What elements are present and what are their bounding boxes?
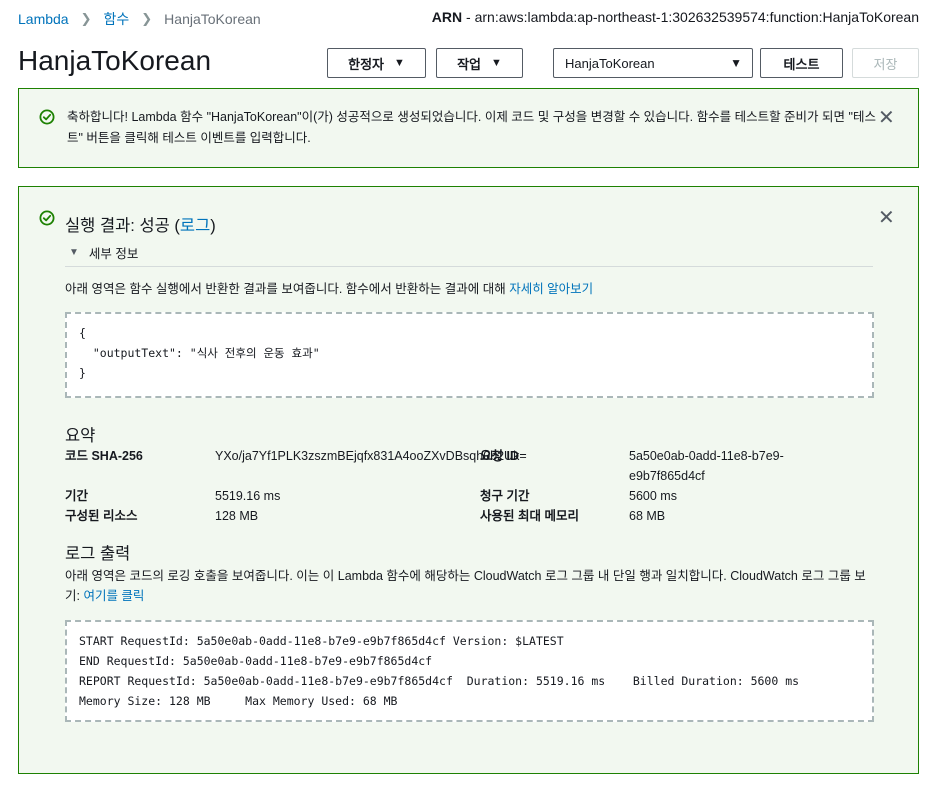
request-id-value-line2: e9b7f865d4cf	[629, 469, 705, 483]
result-title-prefix: 실행 결과: 성공 (	[65, 217, 180, 235]
caret-down-icon: ▼	[730, 56, 742, 70]
result-description: 아래 영역은 함수 실행에서 반환한 결과를 보여줍니다. 함수에서 반환하는 …	[65, 278, 593, 297]
breadcrumb-current: HanjaToKorean	[164, 11, 261, 27]
billed-duration-value: 5600 ms	[629, 489, 677, 503]
divider	[65, 266, 873, 267]
result-description-text: 아래 영역은 함수 실행에서 반환한 결과를 보여줍니다. 함수에서 반환하는 …	[65, 282, 510, 296]
banner-message: 축하합니다! Lambda 함수 "HanjaToKorean"이(가) 성공적…	[67, 110, 876, 145]
breadcrumb: Lambda ❯ 함수 ❯ HanjaToKorean	[18, 9, 261, 29]
actions-button[interactable]: 작업 ▼	[436, 48, 523, 78]
page-title: HanjaToKorean	[18, 45, 212, 76]
click-here-link[interactable]: 여기를 클릭	[83, 589, 144, 603]
result-output-code: { "outputText": "식사 전후의 운동 효과" }	[65, 312, 874, 398]
test-event-selected: HanjaToKorean	[565, 55, 655, 71]
function-arn: ARN - arn:aws:lambda:ap-northeast-1:3026…	[432, 9, 919, 25]
test-button[interactable]: 테스트	[760, 48, 843, 78]
log-description-text: 아래 영역은 코드의 로깅 호출을 보여줍니다. 이는 이 Lambda 함수에…	[65, 569, 866, 603]
request-id-label: 요청 ID	[480, 449, 519, 463]
triangle-down-icon: ▼	[69, 247, 79, 258]
caret-down-icon: ▼	[394, 57, 405, 69]
qualifiers-button[interactable]: 한정자 ▼	[327, 48, 426, 78]
learn-more-link[interactable]: 자세히 알아보기	[509, 282, 593, 296]
qualifiers-label: 한정자	[348, 56, 384, 72]
save-button[interactable]: 저장	[852, 48, 919, 78]
close-icon[interactable]: ✕	[878, 208, 895, 228]
execution-result-panel: 실행 결과: 성공 (로그) ✕ ▼ 세부 정보 아래 영역은 함수 실행에서 …	[18, 186, 919, 774]
request-id-value-line1: 5a50e0ab-0add-11e8-b7e9-	[629, 449, 784, 463]
actions-label: 작업	[457, 56, 482, 72]
arn-value: - arn:aws:lambda:ap-northeast-1:30263253…	[462, 9, 919, 25]
details-label: 세부 정보	[88, 247, 139, 261]
code-sha-label: 코드 SHA-256	[65, 449, 143, 463]
breadcrumb-lambda-link[interactable]: Lambda	[18, 11, 69, 27]
result-title-suffix: )	[210, 217, 216, 235]
caret-down-icon: ▼	[491, 57, 502, 69]
max-memory-value: 68 MB	[629, 509, 666, 523]
test-event-select[interactable]: HanjaToKorean ▼	[553, 48, 753, 78]
log-output-code: START RequestId: 5a50e0ab-0add-11e8-b7e9…	[65, 620, 874, 722]
check-circle-icon	[39, 210, 55, 229]
close-icon[interactable]: ✕	[878, 108, 895, 128]
log-description: 아래 영역은 코드의 로깅 호출을 보여줍니다. 이는 이 Lambda 함수에…	[65, 566, 875, 606]
duration-label: 기간	[65, 489, 89, 503]
duration-value: 5519.16 ms	[215, 489, 281, 503]
details-toggle[interactable]: ▼ 세부 정보	[69, 243, 138, 262]
chevron-right-icon: ❯	[141, 11, 153, 26]
billed-duration-label: 청구 기간	[480, 489, 530, 503]
result-title: 실행 결과: 성공 (로그)	[65, 212, 216, 236]
log-output-heading: 로그 출력	[65, 545, 131, 563]
arn-label: ARN	[431, 9, 463, 25]
logs-link[interactable]: 로그	[180, 217, 210, 235]
chevron-right-icon: ❯	[80, 11, 92, 26]
resources-label: 구성된 리소스	[65, 509, 138, 523]
success-banner: 축하합니다! Lambda 함수 "HanjaToKorean"이(가) 성공적…	[18, 88, 919, 168]
resources-value: 128 MB	[215, 509, 259, 523]
breadcrumb-functions-link[interactable]: 함수	[104, 9, 130, 29]
check-circle-icon	[39, 109, 55, 128]
summary-heading: 요약	[65, 427, 96, 445]
max-memory-label: 사용된 최대 메모리	[480, 509, 579, 523]
